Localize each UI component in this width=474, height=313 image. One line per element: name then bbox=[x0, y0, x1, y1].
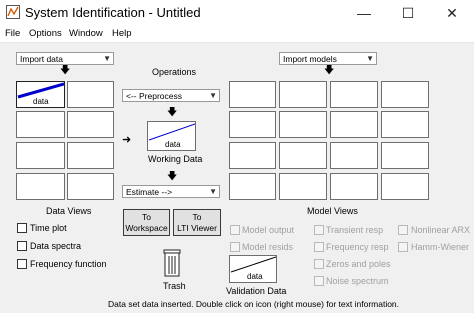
model-cell[interactable] bbox=[330, 142, 378, 169]
to-lti-viewer-button[interactable]: To LTI Viewer bbox=[173, 209, 221, 236]
chevron-down-icon: ▼ bbox=[103, 54, 111, 63]
data-cell[interactable] bbox=[67, 111, 114, 138]
model-cell[interactable] bbox=[229, 81, 276, 108]
model-cell[interactable] bbox=[279, 81, 327, 108]
nonlinear-arx-label: Nonlinear ARX bbox=[411, 225, 471, 235]
frequency-resp-label: Frequency resp bbox=[326, 242, 389, 252]
model-cell[interactable] bbox=[381, 142, 429, 169]
chevron-down-icon: ▼ bbox=[209, 91, 217, 100]
validation-data-cell-label: data bbox=[247, 272, 263, 281]
transient-resp-label: Transient resp bbox=[326, 225, 384, 235]
model-cell[interactable] bbox=[279, 111, 327, 138]
model-cell[interactable] bbox=[229, 142, 276, 169]
model-cell[interactable] bbox=[279, 173, 327, 200]
data-cell[interactable] bbox=[67, 81, 114, 108]
matlab-app-icon bbox=[6, 5, 20, 19]
model-cell[interactable] bbox=[330, 173, 378, 200]
data-cell[interactable] bbox=[16, 173, 65, 200]
trash-icon[interactable] bbox=[163, 249, 181, 277]
chevron-down-icon: ▼ bbox=[209, 187, 217, 196]
to-workspace-button[interactable]: To Workspace bbox=[123, 209, 170, 236]
status-text: Data set data inserted. Double click on … bbox=[108, 299, 400, 309]
zeros-and-poles-label: Zeros and poles bbox=[326, 259, 391, 269]
data-cell[interactable] bbox=[16, 111, 65, 138]
operations-label: Operations bbox=[152, 67, 197, 77]
import-data-dropdown[interactable]: Import data ▼ bbox=[16, 52, 114, 65]
chevron-down-icon: ▼ bbox=[366, 54, 374, 63]
working-data-cell-label: data bbox=[165, 140, 181, 149]
nonlinear-arx-checkbox[interactable] bbox=[398, 225, 408, 235]
transient-resp-checkbox[interactable] bbox=[314, 225, 324, 235]
validation-data-cell[interactable]: data bbox=[229, 255, 277, 283]
window-title: System Identification - Untitled bbox=[25, 5, 201, 20]
model-cell[interactable] bbox=[330, 111, 378, 138]
time-plot-checkbox[interactable] bbox=[17, 223, 27, 233]
trash-label: Trash bbox=[163, 281, 186, 291]
menu-window[interactable]: Window bbox=[69, 27, 103, 41]
preprocess-value: <-- Preprocess bbox=[126, 91, 182, 101]
import-models-dropdown[interactable]: Import models ▼ bbox=[279, 52, 377, 65]
working-data-label: Working Data bbox=[148, 154, 203, 164]
time-plot-label: Time plot bbox=[30, 223, 67, 233]
hamm-wiener-checkbox[interactable] bbox=[398, 242, 408, 252]
model-cell[interactable] bbox=[279, 142, 327, 169]
model-cell[interactable] bbox=[381, 111, 429, 138]
model-cell[interactable] bbox=[330, 81, 378, 108]
data-icon-label: data bbox=[33, 97, 49, 106]
data-spectra-label: Data spectra bbox=[30, 241, 82, 251]
working-data-cell[interactable]: data bbox=[147, 121, 196, 151]
hamm-wiener-label: Hamm-Wiener bbox=[411, 242, 470, 252]
frequency-function-label: Frequency function bbox=[30, 259, 107, 269]
model-cell[interactable] bbox=[229, 173, 276, 200]
model-views-label: Model Views bbox=[307, 206, 358, 216]
to-workspace-line2: Workspace bbox=[125, 223, 168, 233]
menu-options[interactable]: Options bbox=[29, 27, 62, 41]
menu-file[interactable]: File bbox=[5, 27, 20, 41]
preprocess-dropdown[interactable]: <-- Preprocess ▼ bbox=[122, 89, 220, 102]
validation-data-label: Validation Data bbox=[226, 286, 287, 296]
to-lti-viewer-line2: LTI Viewer bbox=[177, 223, 217, 233]
data-views-label: Data Views bbox=[46, 206, 92, 216]
frequency-resp-checkbox[interactable] bbox=[314, 242, 324, 252]
import-data-value: Import data bbox=[20, 54, 63, 64]
model-resids-checkbox[interactable] bbox=[230, 242, 240, 252]
model-cell[interactable] bbox=[229, 111, 276, 138]
model-cell[interactable] bbox=[381, 173, 429, 200]
maximize-button[interactable]: ☐ bbox=[386, 0, 430, 26]
data-spectra-checkbox[interactable] bbox=[17, 241, 27, 251]
minimize-button[interactable]: — bbox=[342, 0, 386, 26]
model-output-label: Model output bbox=[242, 225, 295, 235]
menu-help[interactable]: Help bbox=[112, 27, 132, 41]
arrow-down-icon: 🡇 bbox=[324, 65, 335, 76]
arrow-right-icon: ➜ bbox=[122, 134, 132, 146]
to-lti-viewer-line1: To bbox=[192, 212, 202, 222]
zeros-and-poles-checkbox[interactable] bbox=[314, 259, 324, 269]
arrow-down-icon: 🡇 bbox=[60, 65, 71, 76]
noise-spectrum-checkbox[interactable] bbox=[314, 276, 324, 286]
data-cell[interactable] bbox=[67, 142, 114, 169]
arrow-down-icon: 🡇 bbox=[167, 171, 178, 182]
model-output-checkbox[interactable] bbox=[230, 225, 240, 235]
import-models-value: Import models bbox=[283, 54, 337, 64]
to-workspace-line1: To bbox=[142, 212, 151, 222]
frequency-function-checkbox[interactable] bbox=[17, 259, 27, 269]
data-cell[interactable] bbox=[67, 173, 114, 200]
data-icon-cell[interactable]: data bbox=[16, 81, 65, 108]
noise-spectrum-label: Noise spectrum bbox=[326, 276, 389, 286]
model-resids-label: Model resids bbox=[242, 242, 294, 252]
data-cell[interactable] bbox=[16, 142, 65, 169]
model-cell[interactable] bbox=[381, 81, 429, 108]
arrow-down-icon: 🡇 bbox=[167, 107, 178, 118]
estimate-value: Estimate --> bbox=[126, 187, 173, 197]
estimate-dropdown[interactable]: Estimate --> ▼ bbox=[122, 185, 220, 198]
close-button[interactable]: ✕ bbox=[430, 0, 474, 26]
